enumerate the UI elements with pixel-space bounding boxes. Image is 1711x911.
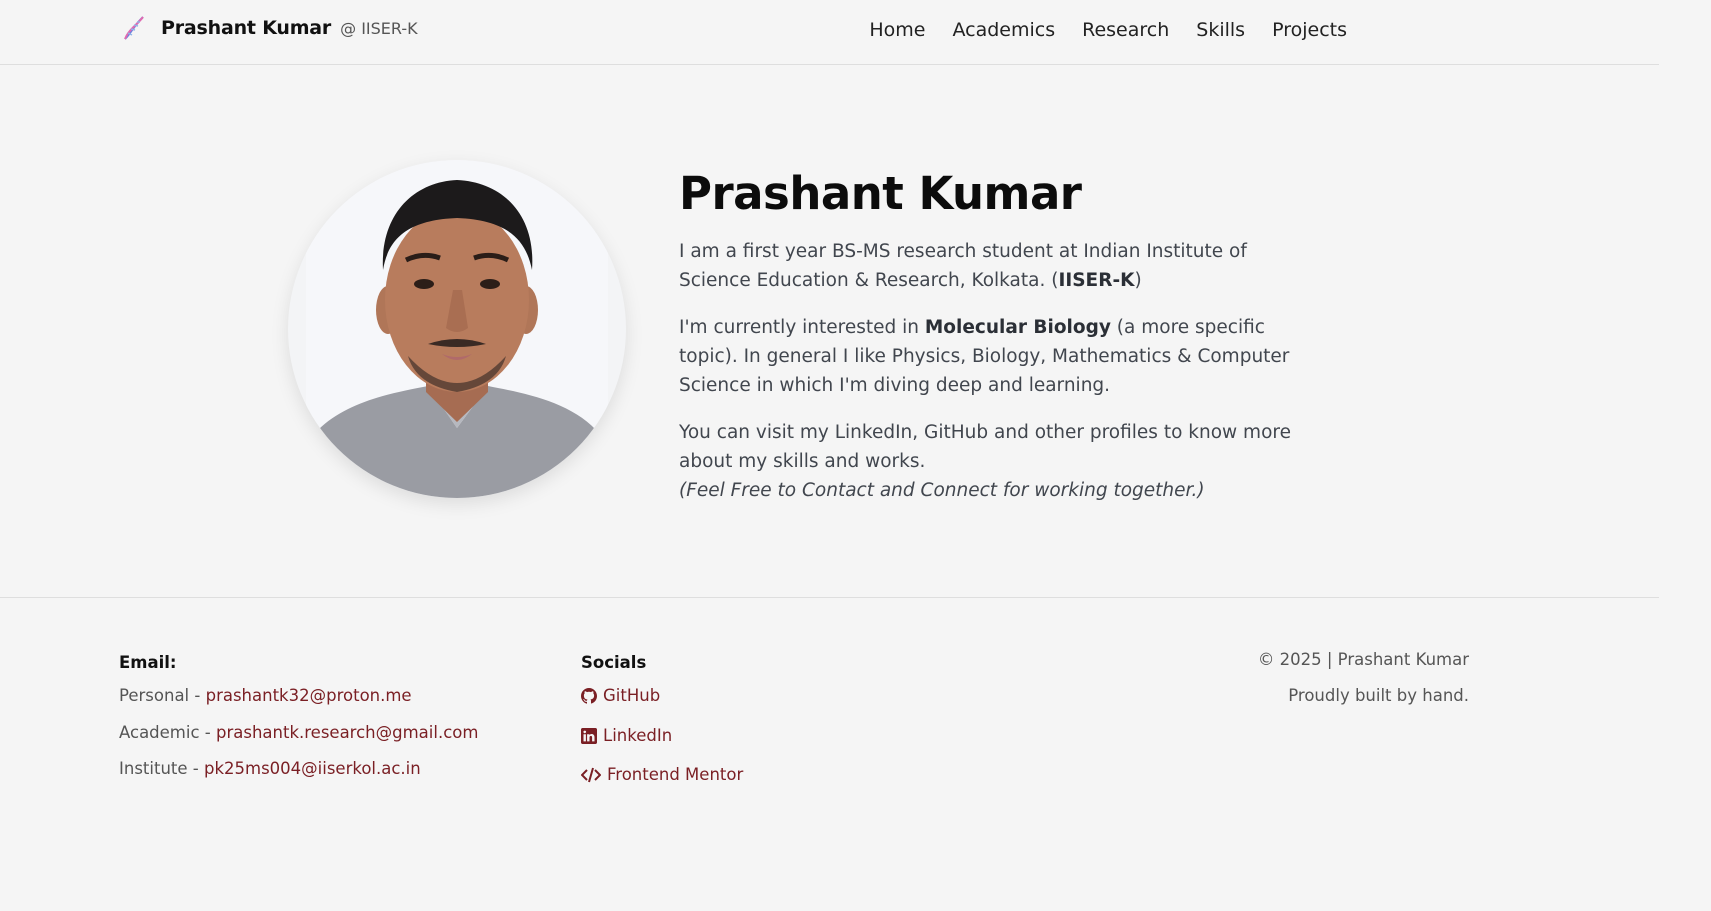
email-link-institute[interactable]: pk25ms004@iiserkol.ac.in — [204, 759, 421, 778]
social-row-github: GitHub — [581, 684, 743, 711]
intro-paragraph-2: I'm currently interested in Molecular Bi… — [679, 313, 1319, 400]
email-label: Institute - — [119, 759, 204, 778]
intro-section: Prashant Kumar I am a first year BS-MS r… — [679, 165, 1319, 523]
brand[interactable]: Prashant Kumar @ IISER-K — [119, 13, 418, 43]
github-label: GitHub — [603, 686, 661, 705]
page: Prashant Kumar @ IISER-K Home Academics … — [0, 0, 1711, 911]
institute-abbrev: IISER-K — [1058, 270, 1135, 291]
dna-icon — [124, 16, 144, 40]
footer-divider — [0, 597, 1659, 598]
linkedin-label: LinkedIn — [603, 725, 673, 745]
nav-skills[interactable]: Skills — [1196, 19, 1245, 41]
frontend-mentor-label: Frontend Mentor — [607, 765, 744, 784]
socials-column: Socials GitHub LinkedIn Frontend Mentor — [581, 653, 743, 803]
copyright-text: © 2025 | Prashant Kumar — [1257, 650, 1469, 669]
intro-paragraph-1: I am a first year BS-MS research student… — [679, 237, 1319, 295]
contact-note: (Feel Free to Contact and Connect for wo… — [679, 480, 1205, 501]
intro-text-2: I'm currently interested in — [679, 317, 925, 338]
socials-heading: Socials — [581, 653, 647, 672]
intro-paragraph-3: You can visit my LinkedIn, GitHub and ot… — [679, 418, 1319, 505]
frontend-mentor-link[interactable]: Frontend Mentor — [581, 763, 743, 787]
intro-text-1: I am a first year BS-MS research student… — [679, 241, 1247, 291]
profile-photo — [288, 160, 626, 498]
nav-home[interactable]: Home — [869, 19, 925, 41]
brand-affiliation: @ IISER-K — [340, 18, 418, 38]
email-link-academic[interactable]: prashantk.research@gmail.com — [216, 723, 478, 742]
site-header: Prashant Kumar @ IISER-K Home Academics … — [0, 0, 1659, 65]
social-row-linkedin: LinkedIn — [581, 724, 743, 751]
github-icon — [581, 688, 597, 704]
profile-photo-illustration — [306, 160, 608, 498]
nav-projects[interactable]: Projects — [1272, 19, 1347, 41]
linkedin-icon — [581, 727, 597, 744]
email-row-academic: Academic - prashantk.research@gmail.com — [119, 721, 478, 745]
email-row-institute: Institute - pk25ms004@iiserkol.ac.in — [119, 757, 478, 781]
brand-name: Prashant Kumar — [161, 17, 332, 39]
email-link-personal[interactable]: prashantk32@proton.me — [206, 686, 412, 705]
nav-research[interactable]: Research — [1082, 19, 1169, 41]
email-label: Academic - — [119, 722, 216, 742]
copyright-block: © 2025 | Prashant Kumar Proudly built by… — [1258, 648, 1469, 720]
email-column: Email: Personal - prashantk32@proton.me … — [119, 653, 478, 794]
intro-text-3: You can visit my LinkedIn, GitHub and ot… — [679, 422, 1291, 472]
email-label: Personal - — [119, 686, 206, 705]
main-nav: Home Academics Research Skills Projects — [869, 19, 1347, 41]
github-link[interactable]: GitHub — [581, 684, 660, 708]
page-title: Prashant Kumar — [679, 167, 1082, 220]
tagline-text: Proudly built by hand. — [1288, 686, 1469, 705]
email-row-personal: Personal - prashantk32@proton.me — [119, 684, 478, 708]
social-row-frontend-mentor: Frontend Mentor — [581, 763, 743, 790]
code-icon — [581, 767, 601, 783]
nav-academics[interactable]: Academics — [952, 19, 1055, 41]
email-heading: Email: — [119, 653, 177, 672]
intro-text-1-close: ) — [1134, 270, 1142, 291]
linkedin-link[interactable]: LinkedIn — [581, 724, 672, 748]
interest-highlight: Molecular Biology — [924, 317, 1111, 338]
